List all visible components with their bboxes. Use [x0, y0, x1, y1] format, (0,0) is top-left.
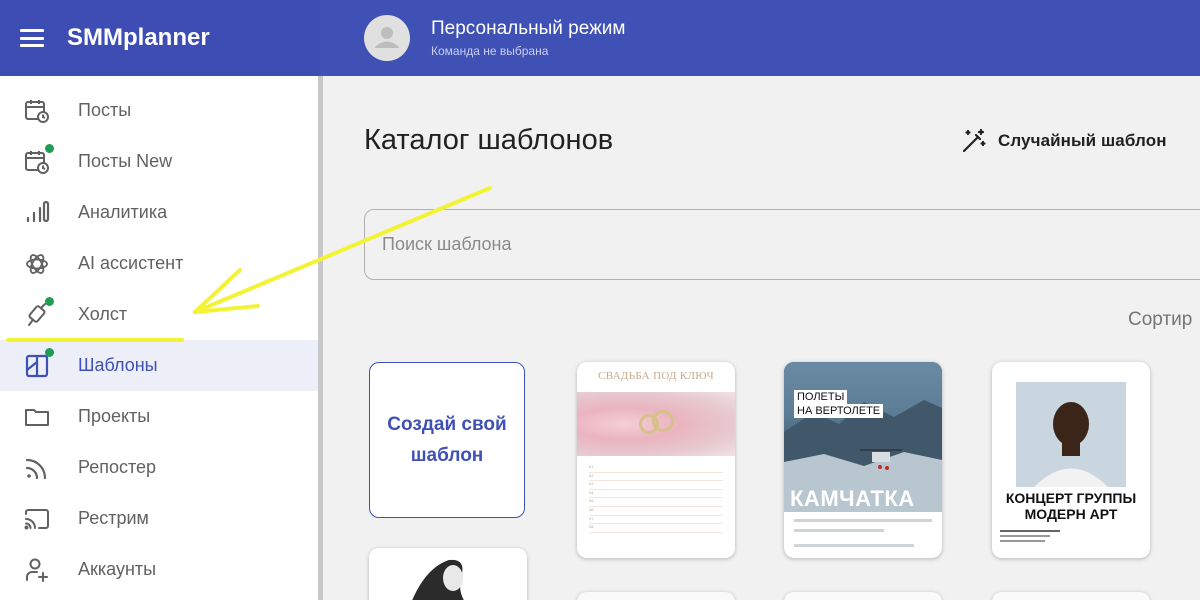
- sidebar-item-label: Репостер: [78, 457, 157, 477]
- random-template-button[interactable]: Случайный шаблон: [959, 127, 1167, 155]
- template-card-partial[interactable]: [992, 592, 1150, 600]
- sidebar-item-analytics[interactable]: Аналитика: [0, 187, 318, 238]
- top-bar: Персональный режим Команда не выбрана: [320, 0, 1200, 76]
- template-footer: [1000, 530, 1140, 542]
- sidebar-item-canvas[interactable]: Холст: [0, 289, 318, 340]
- template-card-partial[interactable]: [577, 592, 735, 600]
- cast-icon: [23, 505, 51, 533]
- template-footer: [784, 512, 942, 558]
- sidebar-item-label: Проекты: [78, 406, 151, 426]
- account-title: Персональный режим: [431, 18, 626, 39]
- canvas-pen-icon: [23, 296, 54, 329]
- template-card-portrait[interactable]: [369, 548, 527, 600]
- main-content: Каталог шаблонов Случайный шаблон Сортир…: [323, 76, 1200, 600]
- account-switcher[interactable]: Персональный режим Команда не выбрана: [431, 18, 625, 58]
- sidebar-item-label: Холст: [78, 304, 128, 324]
- create-template-label: Создай свой шаблон: [387, 414, 507, 466]
- sidebar-item-restream[interactable]: Рестрим: [0, 493, 318, 544]
- calendar-clock-icon: [23, 143, 54, 176]
- sidebar-item-label: Аналитика: [78, 202, 168, 222]
- template-title: ПОЛЕТЫ: [794, 390, 848, 404]
- sidebar-item-label: Рестрим: [78, 508, 149, 528]
- template-card-wedding[interactable]: СВАДЬБА ПОД КЛЮЧ 01 02 03 04 05 06 07 08: [577, 362, 735, 558]
- user-icon: [375, 27, 399, 48]
- add-user-icon: [23, 556, 51, 584]
- template-search-input[interactable]: [364, 209, 1200, 280]
- rss-icon: [23, 454, 51, 482]
- template-card-concert[interactable]: КОНЦЕРТ ГРУППЫ МОДЕРН АРТ: [992, 362, 1150, 558]
- sidebar-header: SMMplanner: [0, 0, 320, 76]
- template-text-lines: 01 02 03 04 05 06 07 08: [589, 464, 723, 533]
- template-card-partial[interactable]: [784, 592, 942, 600]
- sidebar-item-label: Аккаунты: [78, 559, 157, 579]
- template-card-helicopter[interactable]: ПОЛЕТЫ НА ВЕРТОЛЕТЕ КАМЧАТКА: [784, 362, 942, 558]
- sidebar-item-label: Шаблоны: [78, 355, 158, 375]
- bar-chart-icon: [23, 199, 51, 227]
- sidebar-item-label: Посты New: [78, 151, 173, 171]
- sidebar-item-reposter[interactable]: Репостер: [0, 442, 318, 493]
- folder-icon: [23, 403, 51, 431]
- sidebar: Посты Посты New Аналитика AI ассистент Х…: [0, 76, 318, 600]
- sidebar-item-ai-assistant[interactable]: AI ассистент: [0, 238, 318, 289]
- template-thumbnail: [1016, 382, 1126, 487]
- menu-icon[interactable]: [20, 29, 44, 47]
- ai-knot-icon: [23, 250, 51, 278]
- sidebar-item-posts[interactable]: Посты: [0, 85, 318, 136]
- template-thumbnail: [577, 392, 735, 456]
- sidebar-item-posts-new[interactable]: Посты New: [0, 136, 318, 187]
- new-badge-dot: [45, 143, 54, 153]
- page-title: Каталог шаблонов: [364, 124, 614, 156]
- random-template-label: Случайный шаблон: [998, 131, 1167, 150]
- account-subtitle: Команда не выбрана: [431, 44, 549, 58]
- magic-wand-icon: [962, 128, 986, 153]
- sidebar-item-accounts[interactable]: Аккаунты: [0, 544, 318, 595]
- create-template-card[interactable]: Создай свой шаблон: [369, 362, 525, 518]
- template-title: КОНЦЕРТ ГРУППЫ МОДЕРН АРТ: [1005, 490, 1137, 522]
- template-subtitle: НА ВЕРТОЛЕТЕ: [794, 404, 884, 418]
- avatar[interactable]: [364, 15, 410, 61]
- sort-dropdown[interactable]: Сортир: [1128, 309, 1192, 331]
- sidebar-item-projects[interactable]: Проекты: [0, 391, 318, 442]
- sidebar-item-templates[interactable]: Шаблоны: [0, 340, 318, 391]
- template-thumbnail: [369, 548, 527, 600]
- template-headline: КАМЧАТКА: [790, 486, 915, 511]
- calendar-clock-icon: [23, 97, 51, 125]
- sidebar-item-label: Посты: [78, 100, 132, 120]
- sidebar-item-label: AI ассистент: [78, 253, 184, 273]
- template-layout-icon: [23, 347, 54, 380]
- new-badge-dot: [45, 347, 54, 357]
- template-title: СВАДЬБА ПОД КЛЮЧ: [598, 370, 714, 382]
- new-badge-dot: [45, 296, 54, 306]
- brand-logo[interactable]: SMMplanner: [67, 24, 210, 52]
